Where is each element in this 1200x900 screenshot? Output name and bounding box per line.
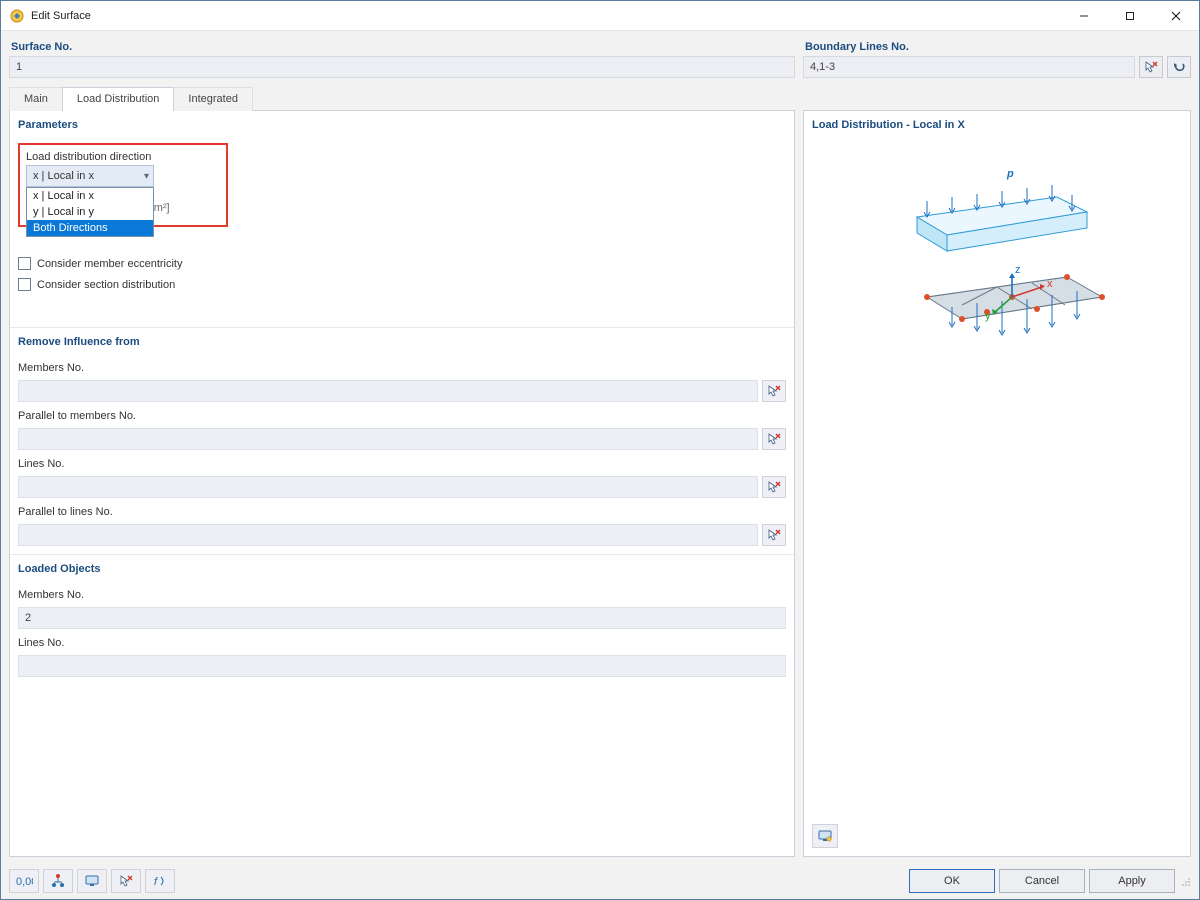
resize-grip-icon[interactable] [1179,875,1191,887]
checkbox-icon [18,278,31,291]
cancel-button[interactable]: Cancel [999,869,1085,893]
decimal-icon: 0,00 [15,873,33,889]
svg-text:0,00: 0,00 [16,876,33,888]
window-title: Edit Surface [31,10,91,22]
surface-no-input[interactable]: 1 [9,56,795,78]
direction-option-local-x[interactable]: x | Local in x [27,188,153,204]
consider-section-distribution-check[interactable]: Consider section distribution [18,276,786,293]
close-button[interactable] [1153,1,1199,31]
pick-boundary-lines-button[interactable] [1139,56,1163,78]
svg-text:f: f [154,876,158,888]
rem-parallel-lines-pick-button[interactable] [762,524,786,546]
direction-highlight-frame: Load distribution direction x | Local in… [18,143,228,227]
minimize-button[interactable] [1061,1,1107,31]
axis-z-label: z [1015,264,1021,276]
direction-option-both[interactable]: Both Directions [27,220,153,236]
pick-cursor-x-icon [119,874,133,888]
display-tool-button[interactable] [77,869,107,893]
pick-cursor-x-icon [767,384,781,398]
load-distribution-illustration: p [857,157,1137,377]
pick-cursor-x-icon [767,432,781,446]
reset-boundary-lines-button[interactable] [1167,56,1191,78]
direction-label: Load distribution direction [26,145,220,165]
consider-eccentricity-label: Consider member eccentricity [37,258,183,270]
display-settings-icon [817,828,833,844]
rem-parallel-members-label: Parallel to members No. [18,406,786,424]
rem-members-pick-button[interactable] [762,380,786,402]
pick-cursor-x-icon [767,528,781,542]
undo-arrow-icon [1172,60,1186,74]
tab-bar: Main Load Distribution Integrated [1,86,1199,110]
checkbox-icon [18,257,31,270]
bottom-toolbar: 0,00 f [1,863,1199,899]
preview-canvas: p [804,137,1190,820]
rem-members-label: Members No. [18,358,786,376]
loaded-members-input[interactable]: 2 [18,607,786,629]
tab-main[interactable]: Main [9,87,63,111]
function-icon: f [152,873,168,889]
loaded-lines-label: Lines No. [18,633,786,651]
rem-lines-input[interactable] [18,476,758,498]
ok-button[interactable]: OK [909,869,995,893]
dialog-window: Edit Surface Surface No. 1 Boundary Line… [0,0,1200,900]
tab-load-distribution[interactable]: Load Distribution [62,87,175,111]
loaded-members-label: Members No. [18,585,786,603]
chevron-down-icon: ▾ [144,171,149,182]
direction-dropdown: x | Local in x y | Local in y Both Direc… [26,187,154,237]
consider-eccentricity-check[interactable]: Consider member eccentricity [18,255,786,272]
tab-integrated[interactable]: Integrated [173,87,253,111]
remove-influence-title: Remove Influence from [10,328,794,354]
monitor-icon [84,873,100,889]
pick-cursor-x-icon [767,480,781,494]
preview-title: Load Distribution - Local in X [804,111,1190,137]
rem-lines-pick-button[interactable] [762,476,786,498]
axis-x-label: x [1047,278,1053,290]
units-tool-button[interactable]: 0,00 [9,869,39,893]
parameters-title: Parameters [10,111,794,137]
rem-lines-label: Lines No. [18,454,786,472]
tree-tool-button[interactable] [43,869,73,893]
rem-parallel-lines-input[interactable] [18,524,758,546]
left-pane: Parameters Load distribution direction x… [9,110,795,857]
rem-parallel-members-pick-button[interactable] [762,428,786,450]
pick-cursor-x-icon [1144,60,1158,74]
app-icon [9,8,25,24]
maximize-button[interactable] [1107,1,1153,31]
direction-option-local-y[interactable]: y | Local in y [27,204,153,220]
dialog-body: Parameters Load distribution direction x… [1,110,1199,863]
consider-section-distribution-label: Consider section distribution [37,279,175,291]
load-symbol: p [1006,168,1014,180]
rem-parallel-lines-label: Parallel to lines No. [18,502,786,520]
rem-members-input[interactable] [18,380,758,402]
loaded-objects-title: Loaded Objects [10,555,794,581]
surface-no-label: Surface No. [9,39,795,53]
preview-pane: Load Distribution - Local in X [803,110,1191,857]
tree-icon [50,873,66,889]
function-tool-button[interactable]: f [145,869,175,893]
axis-y-label: y [985,310,991,322]
header-fields: Surface No. 1 Boundary Lines No. 4,1-3 [1,31,1199,86]
rem-parallel-members-input[interactable] [18,428,758,450]
apply-button[interactable]: Apply [1089,869,1175,893]
direction-combo-value: x | Local in x [33,170,94,182]
loaded-lines-input[interactable] [18,655,786,677]
preview-settings-button[interactable] [812,824,838,848]
boundary-lines-label: Boundary Lines No. [803,39,1191,53]
direction-combo[interactable]: x | Local in x ▾ x | Local in x y | Loca… [26,165,154,187]
titlebar: Edit Surface [1,1,1199,31]
pick-tool-button[interactable] [111,869,141,893]
boundary-lines-input[interactable]: 4,1-3 [803,56,1135,78]
